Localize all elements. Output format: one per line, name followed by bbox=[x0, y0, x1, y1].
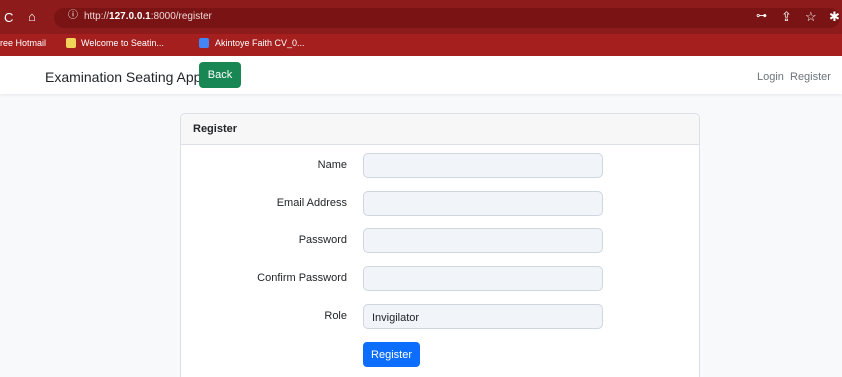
app-brand[interactable]: Examination Seating App bbox=[45, 69, 201, 85]
bookmark-welcome[interactable]: Welcome to Seatin... bbox=[81, 38, 164, 48]
card-header: Register bbox=[181, 114, 699, 145]
key-icon[interactable]: ⊶ bbox=[756, 11, 767, 22]
bookmark-favicon-icon bbox=[66, 38, 76, 48]
email-field[interactable] bbox=[363, 191, 603, 216]
role-select[interactable]: Invigilator bbox=[363, 304, 603, 329]
register-button[interactable]: Register bbox=[363, 342, 420, 367]
email-label: Email Address bbox=[276, 197, 347, 209]
password-label: Password bbox=[298, 234, 347, 246]
bookmark-cv[interactable]: Akintoye Faith CV_0... bbox=[215, 38, 305, 48]
docs-icon bbox=[199, 38, 209, 48]
name-label: Name bbox=[317, 159, 347, 171]
confirm-password-label: Confirm Password bbox=[257, 272, 347, 284]
extension-icon[interactable]: ✱ bbox=[829, 10, 840, 23]
role-label: Role bbox=[324, 310, 347, 322]
info-icon[interactable]: ⓘ bbox=[68, 11, 78, 21]
card-title: Register bbox=[193, 123, 238, 135]
register-card: Register Name Email Address Password Con… bbox=[180, 113, 700, 377]
role-select-value: Invigilator bbox=[372, 312, 420, 324]
reload-icon[interactable]: C bbox=[4, 11, 13, 24]
confirm-password-field[interactable] bbox=[363, 266, 603, 291]
password-field[interactable] bbox=[363, 228, 603, 253]
address-bar-url[interactable]: http://127.0.0.1:8000/register bbox=[84, 11, 212, 22]
share-icon[interactable]: ⇪ bbox=[781, 10, 792, 23]
star-icon[interactable]: ☆ bbox=[805, 10, 817, 23]
name-field[interactable] bbox=[363, 153, 603, 178]
register-link[interactable]: Register bbox=[790, 71, 831, 83]
home-icon[interactable]: ⌂ bbox=[28, 10, 36, 23]
login-link[interactable]: Login bbox=[757, 71, 784, 83]
bookmark-hotmail[interactable]: ree Hotmail bbox=[0, 38, 46, 48]
back-button[interactable]: Back bbox=[199, 62, 241, 88]
